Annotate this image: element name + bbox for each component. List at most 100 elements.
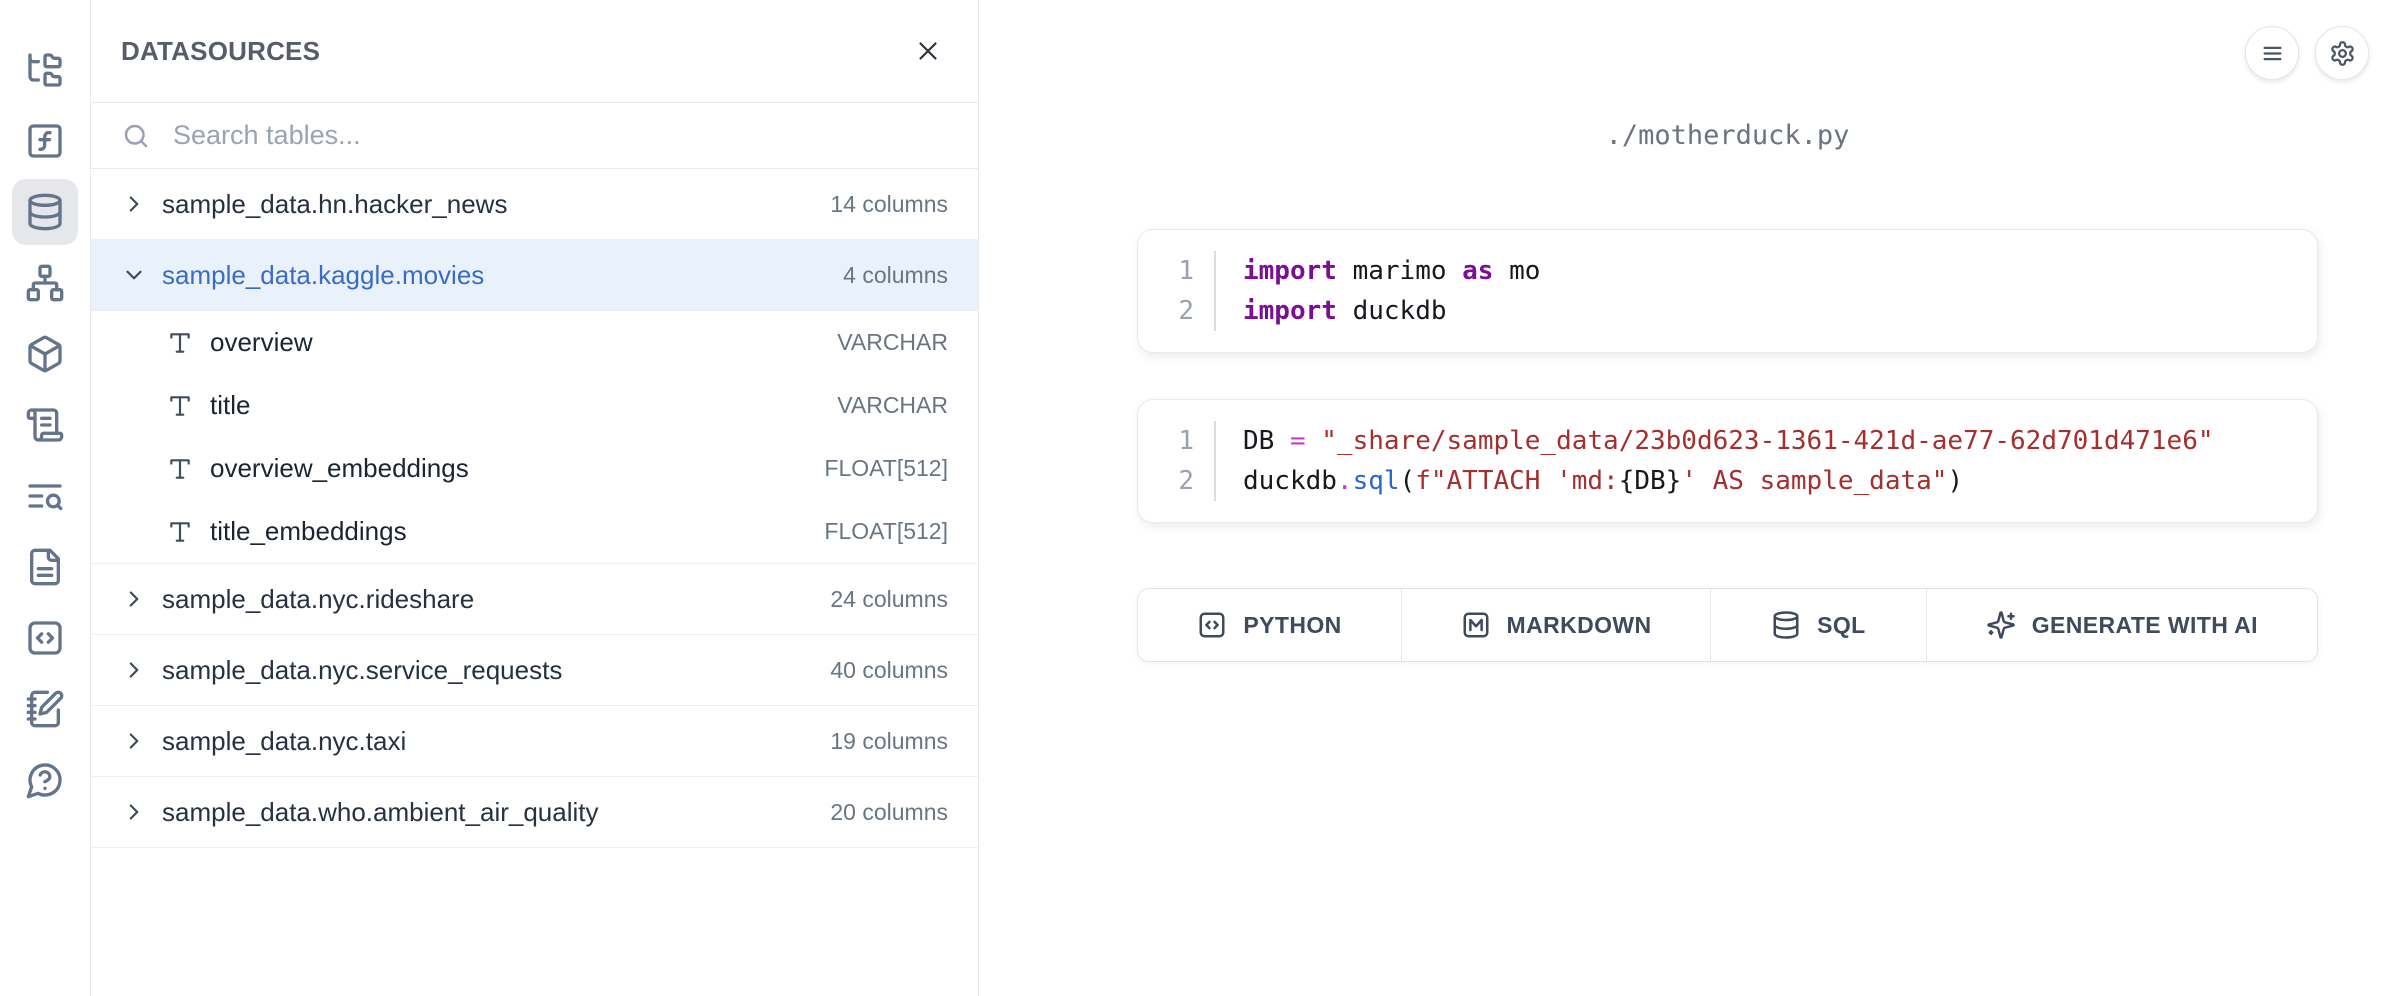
table-columns-list: overviewVARCHAR title VARCHAR overview_embe… xyxy=(91,311,978,564)
code-token: duckdb xyxy=(1337,296,1447,326)
notebook-pen-icon xyxy=(25,689,65,729)
code-square-icon xyxy=(1197,610,1227,640)
code-line: duckdb.sql(f"ATTACH 'md:{DB}' AS sample_… xyxy=(1243,461,2214,501)
sparkles-icon xyxy=(1986,610,2016,640)
type-icon xyxy=(167,519,193,545)
table-column-count: 19 columns xyxy=(830,728,948,755)
code-editor: import marimo as mo import duckdb xyxy=(1216,251,1540,331)
add-cell-button-label: GENERATE WITH AI xyxy=(2032,612,2258,639)
table-column-count: 4 columns xyxy=(843,262,948,289)
notebook-filename[interactable]: ./motherduck.py xyxy=(1137,120,2318,151)
table-column-count: 40 columns xyxy=(830,657,948,684)
chevron-right-icon xyxy=(121,728,147,754)
chevron-right-icon xyxy=(121,586,147,612)
chevron-right-icon xyxy=(121,586,147,612)
line-number: 2 xyxy=(1178,461,1194,501)
table-column-count: 20 columns xyxy=(830,799,948,826)
line-number: 2 xyxy=(1178,291,1194,331)
type-icon xyxy=(167,393,193,419)
line-number: 1 xyxy=(1178,251,1194,291)
code-line: import duckdb xyxy=(1243,291,1540,331)
code-token: import xyxy=(1243,296,1337,326)
chevron-right-icon xyxy=(121,728,147,754)
code-token: marimo xyxy=(1337,256,1462,286)
line-number-gutter: 12 xyxy=(1138,251,1216,331)
code-token: as xyxy=(1462,256,1493,286)
code-token: = xyxy=(1290,426,1306,456)
table-row-sample_data.nyc.rideshare[interactable]: sample_data.nyc.rideshare24 columns xyxy=(91,564,978,635)
column-type: FLOAT[512] xyxy=(824,455,948,482)
list-search-icon xyxy=(25,476,65,516)
table-name: sample_data.hn.hacker_news xyxy=(162,189,507,220)
column-name: overview xyxy=(210,327,313,358)
table-row-sample_data.nyc.taxi[interactable]: sample_data.nyc.taxi 19 columns xyxy=(91,706,978,777)
code-cell-1[interactable]: 12 import marimo as mo import duckdb xyxy=(1137,229,2318,353)
table-row-sample_data.nyc.service_requests[interactable]: sample_data.nyc.service_requests40 colum… xyxy=(91,635,978,706)
scroll-text-icon xyxy=(25,405,65,445)
activity-item-datasources[interactable] xyxy=(12,179,78,245)
code-cell-2[interactable]: 12DB = "_share/sample_data/23b0d623-1361… xyxy=(1137,399,2318,523)
column-row-overview[interactable]: overviewVARCHAR xyxy=(91,311,978,374)
folder-tree-icon xyxy=(25,50,65,90)
type-icon xyxy=(167,456,193,482)
type-icon xyxy=(167,330,193,356)
table-row-sample_data.hn.hacker_news[interactable]: sample_data.hn.hacker_news14 columns xyxy=(91,169,978,240)
line-number-gutter: 12 xyxy=(1138,421,1216,501)
column-row-title[interactable]: title VARCHAR xyxy=(91,374,978,437)
search-row xyxy=(91,103,978,169)
table-column-count: 24 columns xyxy=(830,586,948,613)
code-token: DB xyxy=(1243,426,1290,456)
package-icon xyxy=(25,334,65,374)
column-name: title xyxy=(210,390,250,421)
column-name: title_embeddings xyxy=(210,516,407,547)
column-type: FLOAT[512] xyxy=(824,518,948,545)
activity-item-dependencies[interactable] xyxy=(12,250,78,316)
panel-header: DATASOURCES xyxy=(91,0,978,103)
activity-item-scratchpad[interactable] xyxy=(12,676,78,742)
table-row-sample_data.who.ambient_air_quality[interactable]: sample_data.who.ambient_air_quality20 co… xyxy=(91,777,978,848)
add-cell-python-button[interactable]: PYTHON xyxy=(1138,589,1402,661)
chevron-down-icon xyxy=(121,262,147,288)
add-cell-sql-button[interactable]: SQL xyxy=(1711,589,1927,661)
code-token: ' AS sample_data" xyxy=(1681,466,1947,496)
close-panel-button[interactable] xyxy=(908,31,948,71)
column-type: VARCHAR xyxy=(837,392,948,419)
code-token: ) xyxy=(1947,466,1963,496)
add-cell-button-label: SQL xyxy=(1817,612,1865,639)
function-square-icon xyxy=(25,121,65,161)
settings-button[interactable] xyxy=(2315,26,2369,80)
notebook-area: ./motherduck.py 12import marimo as moimp… xyxy=(979,0,2399,996)
panel-title: DATASOURCES xyxy=(121,36,320,67)
activity-item-variables[interactable] xyxy=(12,108,78,174)
activity-bar xyxy=(0,0,91,996)
activity-item-logs[interactable] xyxy=(12,392,78,458)
code-token: {DB} xyxy=(1619,466,1682,496)
table-row-sample_data.kaggle.movies[interactable]: sample_data.kaggle.movies4 columns xyxy=(91,240,978,311)
add-cell-button-label: PYTHON xyxy=(1243,612,1341,639)
gear-icon xyxy=(2329,40,2356,67)
line-number: 1 xyxy=(1178,421,1194,461)
code-token: mo xyxy=(1493,256,1540,286)
add-cell-markdown-button[interactable]: MARKDOWN xyxy=(1402,589,1711,661)
code-token: import xyxy=(1243,256,1337,286)
activity-item-chat[interactable] xyxy=(12,747,78,813)
markdown-icon xyxy=(1461,610,1491,640)
database-icon xyxy=(25,192,65,232)
column-row-overview_embeddings[interactable]: overview_embeddingsFLOAT[512] xyxy=(91,437,978,500)
activity-item-packages[interactable] xyxy=(12,321,78,387)
add-cell-generate-with-ai-button[interactable]: GENERATE WITH AI xyxy=(1927,589,2317,661)
code-token: ( xyxy=(1400,466,1416,496)
activity-item-snippets[interactable] xyxy=(12,605,78,671)
activity-item-documentation[interactable] xyxy=(12,534,78,600)
tables-list: sample_data.hn.hacker_news14 columnssamp… xyxy=(91,169,978,996)
code-token: duckdb xyxy=(1243,466,1337,496)
search-icon xyxy=(121,121,151,151)
activity-item-search-logs[interactable] xyxy=(12,463,78,529)
table-name: sample_data.nyc.taxi xyxy=(162,726,406,757)
column-row-title_embeddings[interactable]: title_embeddings FLOAT[512] xyxy=(91,500,978,563)
activity-item-file-tree[interactable] xyxy=(12,37,78,103)
search-input[interactable] xyxy=(171,119,948,152)
code-token: . xyxy=(1337,466,1353,496)
notebook-column: ./motherduck.py 12import marimo as moimp… xyxy=(1137,0,2318,996)
chevron-right-icon xyxy=(121,191,147,217)
